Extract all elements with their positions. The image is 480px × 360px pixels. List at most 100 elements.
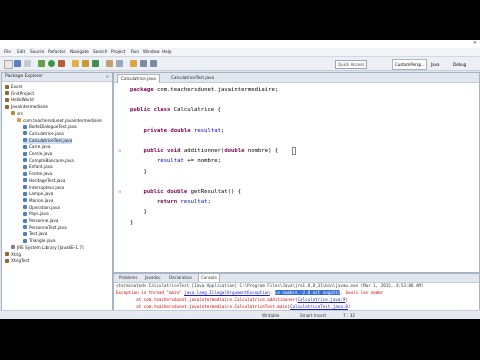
- tree-item[interactable]: src: [11, 111, 23, 117]
- tree-item-label: BoiteDialogueTest.java: [29, 124, 77, 130]
- search-icon[interactable]: [116, 60, 123, 67]
- tree-item[interactable]: Xtrig: [5, 252, 21, 258]
- code-token: nombre) {: [247, 148, 279, 155]
- menu-bar: File Edit Source Refactor Navigate Searc…: [0, 48, 480, 57]
- tree-item-label: Personne.java: [29, 218, 59, 223]
- project-icon: [5, 104, 9, 109]
- console-text: . Seuls les nombr: [340, 290, 384, 295]
- menu-window[interactable]: Window: [143, 49, 160, 55]
- code-token: += nombre;: [183, 158, 221, 165]
- code-token: resultat: [156, 158, 184, 165]
- code-token: }: [130, 219, 134, 226]
- menu-source[interactable]: Source: [30, 49, 44, 55]
- new-package-icon[interactable]: [82, 60, 89, 67]
- tree-item[interactable]: Lampe.java: [23, 191, 53, 197]
- tree-item[interactable]: Enfant.java: [23, 164, 53, 170]
- tree-item[interactable]: FirstProject: [5, 91, 34, 97]
- tree-item-label: Operation.java: [29, 204, 60, 210]
- tree-item[interactable]: JavaIntermediaire: [5, 104, 48, 110]
- java-file-icon: [23, 158, 27, 163]
- code-area[interactable]: package com.teachersdunet.javaintermedia…: [114, 83, 479, 272]
- stack-trace-link[interactable]: CalculatriceTest.java:8: [290, 304, 348, 309]
- tree-item-label: Triangle.java: [29, 238, 56, 244]
- tree-item[interactable]: Operation.java: [23, 205, 60, 211]
- package-explorer-tab[interactable]: Package Explorer ×: [2, 73, 112, 82]
- menu-project[interactable]: Project: [111, 49, 125, 55]
- quick-access-field[interactable]: Quick Access: [335, 60, 367, 69]
- tree-item[interactable]: Interrupteur.java: [23, 185, 64, 191]
- tree-item[interactable]: HelloWorld: [5, 97, 34, 103]
- console-header: <terminated> CalculatriceTest [Java Appl…: [116, 283, 424, 288]
- tree-item[interactable]: Personne.java: [23, 218, 58, 224]
- new-java-project-icon[interactable]: [72, 60, 79, 67]
- console-text: ): [345, 297, 348, 302]
- forward-icon[interactable]: [150, 60, 157, 67]
- tree-item-label: Pays.java: [29, 211, 49, 217]
- tree-item[interactable]: HeritageTest.java: [23, 178, 65, 184]
- menu-edit[interactable]: Edit: [17, 49, 25, 55]
- close-view-icon[interactable]: ×: [106, 73, 109, 81]
- debug-icon[interactable]: [38, 60, 45, 67]
- perspective-debug[interactable]: Debug: [450, 59, 469, 70]
- code-line: }: [130, 207, 146, 217]
- tree-item[interactable]: Carre.java: [23, 144, 50, 150]
- tree-item-label: Calculatrice.java: [29, 130, 64, 136]
- library-icon: [11, 245, 15, 250]
- tree-item[interactable]: Marion.java: [23, 198, 53, 204]
- tab-calculatrice-test[interactable]: CalculatriceTest.java: [168, 74, 217, 82]
- menu-run[interactable]: Run: [131, 49, 139, 55]
- run-icon[interactable]: [48, 60, 55, 67]
- code-token: }: [130, 168, 147, 175]
- menu-search[interactable]: Search: [93, 49, 107, 55]
- menu-navigate[interactable]: Navigate: [70, 49, 89, 55]
- code-token: private double: [130, 127, 194, 134]
- tab-console[interactable]: Console: [198, 274, 220, 282]
- tree-item[interactable]: BoiteDialogueTest.java: [23, 124, 77, 130]
- java-file-icon: [23, 164, 27, 169]
- menu-help[interactable]: Help: [162, 49, 172, 55]
- perspective-java[interactable]: Java: [428, 59, 442, 70]
- tree-item[interactable]: JRE System Library [JavaSE-1.7]: [11, 245, 84, 251]
- save-icon[interactable]: [14, 60, 21, 67]
- perspective-custom[interactable]: CustomPersp..: [392, 59, 427, 70]
- tree-item[interactable]: Triangle.java: [23, 238, 56, 244]
- tree-item[interactable]: CompteBancaire.java: [23, 158, 74, 164]
- new-icon[interactable]: [4, 60, 13, 69]
- java-file-icon: [23, 218, 27, 223]
- tree-item-label: com.teachersdunet.javaintermediaire: [23, 117, 102, 123]
- java-file-icon: [23, 131, 27, 136]
- tree-item[interactable]: Test.java: [23, 231, 47, 237]
- tree-item[interactable]: PersonneTest.java: [23, 225, 67, 231]
- java-file-icon: [23, 191, 27, 196]
- tree-item-label: XtrigTest: [11, 258, 30, 264]
- stack-trace-link[interactable]: java.lang.IllegalArgumentException: [184, 290, 270, 295]
- fold-icon[interactable]: ⊖: [118, 189, 123, 194]
- tree-item[interactable]: CalculatriceTest.java: [23, 137, 73, 144]
- close-window-button[interactable]: ×: [472, 41, 478, 46]
- tab-problems[interactable]: Problems: [117, 274, 139, 282]
- tab-javadoc[interactable]: Javadoc: [143, 274, 163, 282]
- tab-calculatrice[interactable]: Calculatrice.java: [117, 74, 160, 83]
- editor-tab-bar: Calculatrice.java CalculatriceTest.java: [114, 73, 479, 83]
- tree-item[interactable]: Forme.java: [23, 171, 52, 177]
- back-icon[interactable]: [140, 60, 147, 67]
- java-file-icon: [23, 171, 27, 176]
- open-type-icon[interactable]: [106, 60, 113, 67]
- tree-item[interactable]: Calculatrice.java: [23, 131, 64, 137]
- tree-item[interactable]: com.teachersdunet.javaintermediaire: [17, 118, 102, 124]
- menu-file[interactable]: File: [4, 49, 11, 55]
- new-class-icon[interactable]: [92, 60, 99, 67]
- tree-item[interactable]: Cercle.java: [23, 151, 52, 157]
- tree-item[interactable]: XtrigTest: [5, 258, 29, 264]
- tab-declaration[interactable]: Declaration: [167, 274, 194, 282]
- fold-icon[interactable]: ⊖: [118, 148, 123, 153]
- external-tools-icon[interactable]: [58, 60, 65, 67]
- menu-refactor[interactable]: Refactor: [48, 49, 66, 55]
- print-icon[interactable]: [24, 60, 31, 67]
- tree-item[interactable]: Excel: [5, 84, 22, 90]
- tree-item-label: CalculatriceTest.java: [29, 137, 73, 143]
- stack-trace-link[interactable]: Calculatrice.java:9: [298, 297, 346, 302]
- tree-item[interactable]: Pays.java: [23, 211, 49, 217]
- annotation-icon[interactable]: [130, 60, 137, 67]
- quick-access-label: Quick Access: [338, 62, 365, 67]
